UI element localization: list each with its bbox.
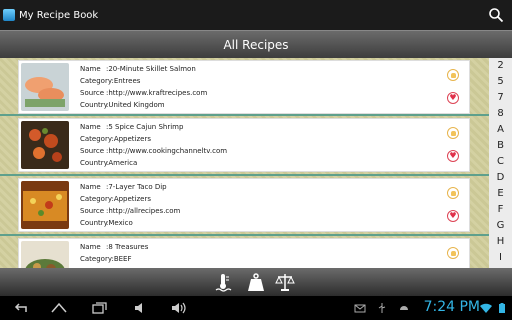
source-label: Source [80, 147, 105, 155]
alphabet-index[interactable]: 2 5 7 8 A B C D E F G H I [489, 58, 512, 268]
index-letter[interactable]: F [489, 202, 512, 218]
list-item[interactable]: Name :8 Treasures Category:BEEF [0, 236, 489, 268]
recipe-name: :7-Layer Taco Dip [106, 183, 167, 191]
index-letter[interactable]: I [489, 250, 512, 266]
wifi-icon [480, 303, 492, 313]
country-label: Country [80, 101, 108, 109]
index-letter[interactable]: C [489, 154, 512, 170]
recipe-details: Name :7-Layer Taco Dip Category:Appetizer… [80, 181, 180, 229]
name-label: Name [80, 123, 101, 131]
app-title: My Recipe Book [19, 9, 99, 21]
recipe-details: Name :5 Spice Cajun Shrimp Category:Appet… [80, 121, 227, 169]
weight-icon[interactable] [246, 272, 266, 292]
source-label: Source [80, 207, 105, 215]
recipe-name: :8 Treasures [106, 243, 149, 251]
recipe-category: :Appetizers [111, 135, 152, 143]
recipe-category: :Appetizers [111, 195, 152, 203]
country-label: Country [80, 159, 108, 167]
recipe-source: :http://www.cookingchanneltv.com [106, 147, 228, 155]
category-label: Category [80, 195, 112, 203]
recipe-name: :5 Spice Cajun Shrimp [106, 123, 184, 131]
index-letter[interactable]: E [489, 186, 512, 202]
usb-icon [378, 303, 386, 313]
search-icon[interactable] [488, 7, 504, 23]
category-label: Category [80, 255, 112, 263]
recipe-list[interactable]: Name:20-Minute Skillet Salmon Category:E… [0, 58, 489, 268]
email-icon [354, 304, 366, 313]
recent-apps-icon[interactable] [90, 300, 108, 316]
index-letter[interactable]: 2 [489, 58, 512, 74]
battery-icon [499, 303, 505, 313]
recipe-details: Name :20-Minute Skillet Salmon Category:E… [80, 63, 207, 111]
name-label: Name [80, 243, 101, 251]
index-letter[interactable]: D [489, 170, 512, 186]
index-letter[interactable]: 8 [489, 106, 512, 122]
volume-up-icon[interactable] [170, 300, 188, 316]
section-header: All Recipes [0, 30, 512, 58]
category-label: Category [80, 77, 112, 85]
recipe-card[interactable]: Name :7-Layer Taco Dip Category:Appetizer… [18, 178, 470, 232]
recipe-card[interactable]: Name :8 Treasures Category:BEEF [18, 238, 470, 268]
index-letter[interactable]: 5 [489, 74, 512, 90]
app-screen: My Recipe Book All Recipes Name :20-Minut… [0, 0, 512, 320]
favorite-heart-icon[interactable]: ♥ [447, 150, 459, 162]
home-icon[interactable] [50, 300, 68, 316]
system-nav-bar: 7:24 PM [0, 296, 512, 320]
index-letter[interactable]: A [489, 122, 512, 138]
recipe-source: :http://www.kraftrecipes.com [106, 89, 208, 97]
name-label: Name [80, 183, 101, 191]
recipe-card[interactable]: Name :20-Minute Skillet Salmon Category:E… [18, 60, 470, 114]
list-item[interactable]: Name :20-Minute Skillet Salmon Category:E… [0, 58, 489, 116]
favorite-heart-icon[interactable]: ♥ [447, 92, 459, 104]
scale-icon[interactable] [275, 272, 295, 292]
recipe-country: :Mexico [106, 219, 133, 227]
index-letter[interactable]: G [489, 218, 512, 234]
country-label: Country [80, 219, 108, 227]
list-item[interactable]: Name :7-Layer Taco Dip Category:Appetizer… [0, 176, 489, 234]
status-clock: 7:24 PM [423, 299, 480, 315]
android-debug-icon [400, 306, 408, 310]
recipe-name: :20-Minute Skillet Salmon [106, 65, 196, 73]
bottom-toolbar [0, 268, 512, 296]
index-letter[interactable]: H [489, 234, 512, 250]
thermometer-icon[interactable] [215, 272, 235, 292]
recipe-country: :America [106, 159, 138, 167]
recipe-thumbnail-image [21, 181, 69, 229]
action-bar: My Recipe Book [0, 0, 512, 30]
recipe-source: :http://allrecipes.com [106, 207, 181, 215]
name-label: Name [80, 65, 101, 73]
reminder-bell-icon[interactable] [447, 69, 459, 81]
recipe-category: :BEEF [111, 255, 132, 263]
recipe-card[interactable]: Name :5 Spice Cajun Shrimp Category:Appet… [18, 118, 470, 172]
volume-down-icon[interactable] [132, 300, 150, 316]
recipe-thumbnail-image [21, 63, 69, 111]
recipe-details: Name :8 Treasures Category:BEEF [80, 241, 148, 265]
recipe-category: :Entrees [111, 77, 141, 85]
index-letter[interactable]: 7 [489, 90, 512, 106]
reminder-bell-icon[interactable] [447, 187, 459, 199]
index-letter[interactable]: B [489, 138, 512, 154]
app-logo-icon[interactable] [3, 9, 15, 21]
reminder-bell-icon[interactable] [447, 247, 459, 259]
list-item[interactable]: Name :5 Spice Cajun Shrimp Category:Appet… [0, 116, 489, 174]
page-title: All Recipes [223, 37, 289, 52]
recipe-thumbnail-image [21, 241, 69, 268]
recipe-thumbnail-image [21, 121, 69, 169]
source-label: Source [80, 89, 105, 97]
back-icon[interactable] [12, 300, 30, 316]
recipe-country: :United Kingdom [106, 101, 165, 109]
category-label: Category [80, 135, 112, 143]
favorite-heart-icon[interactable]: ♥ [447, 210, 459, 222]
reminder-bell-icon[interactable] [447, 127, 459, 139]
